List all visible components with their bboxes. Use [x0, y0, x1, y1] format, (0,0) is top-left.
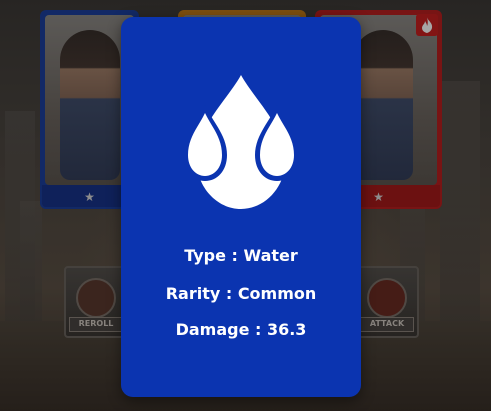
- card-detail-panel[interactable]: Type : Water Rarity : Common Damage : 36…: [121, 17, 361, 397]
- card-type-text: Type : Water: [184, 246, 298, 265]
- game-scene: ★ ★ REROLL ATTACK Type: Water Rarity: …: [0, 0, 491, 411]
- card-damage-text: Damage : 36.3: [175, 320, 307, 339]
- card-rarity-text: Rarity : Common: [165, 284, 317, 303]
- water-drops-icon: [183, 75, 299, 209]
